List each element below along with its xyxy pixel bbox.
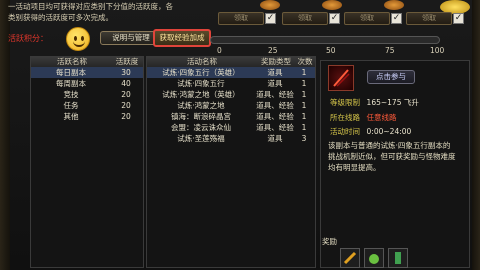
row-count: 1 [301, 101, 307, 110]
row-reward-type: 道具 [267, 134, 283, 143]
row-count: 1 [301, 112, 307, 121]
reward-chest-icon [384, 0, 404, 10]
row-reward-type: 道具、经验 [256, 90, 294, 99]
row-name: 任务 [63, 101, 79, 110]
level-limit-key: 等级限制 [330, 98, 360, 107]
row-name: 竞技 [63, 90, 79, 99]
row-reward-type: 道具 [267, 79, 283, 88]
row-reward-type: 道具 [267, 68, 283, 77]
claim-checkbox-25[interactable]: ✓ [265, 13, 276, 24]
table-row[interactable]: 每日副本 30 [31, 67, 143, 78]
table-row[interactable]: 试炼·圣莲殇福 道具 3 [147, 133, 315, 144]
table-row[interactable]: 镇海：断浪碎晶宫 道具、经验 1 [147, 111, 315, 122]
tick-label: 50 [326, 46, 336, 55]
tick-label: 0 [217, 46, 222, 55]
row-name: 每周副本 [56, 79, 86, 88]
claim-checkbox-75[interactable]: ✓ [391, 13, 402, 24]
row-activity: 会盟：凌云诛众仙 [171, 123, 231, 132]
table-row[interactable]: 试炼·鸿蒙之地（英雄） 道具、经验 1 [147, 89, 315, 100]
header-activity: 活动名称 [187, 57, 217, 66]
time-key: 活动时间 [330, 127, 360, 136]
row-count: 1 [301, 123, 307, 132]
header-count: 次数 [297, 57, 313, 66]
reward-chest-icon [260, 0, 280, 10]
route-value: 任意线路 [366, 113, 397, 122]
row-reward-type: 道具、经验 [256, 112, 294, 121]
row-activity: 试炼·鸿蒙之地 [177, 101, 225, 110]
table-row[interactable]: 会盟：凌云诛众仙 道具、经验 1 [147, 122, 315, 133]
claim-button-75[interactable]: 领取 [344, 12, 390, 25]
tick-label: 75 [385, 46, 395, 55]
table-row[interactable]: 任务 20 [31, 100, 143, 111]
smiley-face-icon [66, 27, 90, 51]
tick-label: 100 [430, 46, 445, 55]
activity-description: 该副本与普通的试炼·四象五行副本的挑战机制近似，但可获奖励与怪物难度均有明显提高… [328, 141, 456, 172]
right-border [472, 0, 480, 270]
reward-label: 奖励 [322, 237, 337, 246]
activity-category-table: 活跃名称 活跃度 每日副本 30 每周副本 40 竞技 20 任务 20 其他 20 [30, 56, 144, 268]
claim-button-50[interactable]: 领取 [282, 12, 328, 25]
row-count: 1 [301, 68, 307, 77]
row-value: 30 [121, 68, 131, 77]
row-count: 1 [301, 90, 307, 99]
table-header: 活跃名称 活跃度 [31, 57, 143, 67]
table-row[interactable]: 竞技 20 [31, 89, 143, 100]
claim-button-25[interactable]: 领取 [218, 12, 264, 25]
activity-list-table: 活动名称 奖励类型 次数 试炼·四象五行（英雄） 道具 1 试炼·四象五行 道具 1 试炼·… [146, 56, 316, 268]
description-line-2: 类别获得的活跃度可多次完成。 [8, 13, 113, 22]
exp-bonus-button[interactable]: 获取经验加成 [153, 29, 211, 47]
claim-button-100[interactable]: 领取 [406, 12, 452, 25]
row-activity: 试炼·圣莲殇福 [177, 134, 225, 143]
level-limit-row: 等级限制 165~175 飞升 [330, 97, 419, 108]
reward-item-icon[interactable] [340, 248, 360, 268]
row-name: 其他 [63, 112, 79, 121]
activity-icon [328, 65, 354, 91]
header-name: 活跃名称 [57, 57, 87, 66]
route-row: 所在线路 任意线路 [330, 112, 397, 123]
claim-checkbox-50[interactable]: ✓ [329, 13, 340, 24]
row-count: 3 [301, 134, 307, 143]
table-header: 活动名称 奖励类型 次数 [147, 57, 315, 67]
row-value: 40 [121, 79, 131, 88]
level-limit-value: 165~175 飞升 [366, 98, 419, 107]
table-row[interactable]: 每周副本 40 [31, 78, 143, 89]
time-value: 0:00~24:00 [366, 127, 412, 136]
reward-item-icon[interactable] [388, 248, 408, 268]
row-value: 20 [121, 90, 131, 99]
row-activity: 试炼·四象五行（英雄） [162, 68, 240, 77]
table-row[interactable]: 试炼·鸿蒙之地 道具、经验 1 [147, 100, 315, 111]
table-row[interactable]: 其他 20 [31, 111, 143, 122]
slash-icon [333, 69, 350, 87]
row-count: 1 [301, 79, 307, 88]
row-activity: 试炼·四象五行 [177, 79, 225, 88]
row-activity: 试炼·鸿蒙之地（英雄） [162, 90, 240, 99]
table-row[interactable]: 试炼·四象五行 道具 1 [147, 78, 315, 89]
claim-checkbox-100[interactable]: ✓ [453, 13, 464, 24]
activity-points-label: 活跃积分： [8, 34, 48, 43]
row-activity: 镇海：断浪碎晶宫 [171, 112, 231, 121]
table-row[interactable]: 试炼·四象五行（英雄） 道具 1 [147, 67, 315, 78]
activity-progress-bar [210, 36, 440, 44]
description-line-1: 一活动项目均可获得对应类别下分值的活跃度，各 [8, 2, 173, 11]
time-row: 活动时间 0:00~24:00 [330, 126, 411, 137]
row-reward-type: 道具、经验 [256, 101, 294, 110]
tick-label: 25 [268, 46, 278, 55]
participate-link[interactable]: 点击参与 [367, 70, 415, 84]
row-value: 20 [121, 112, 131, 121]
row-value: 20 [121, 101, 131, 110]
row-name: 每日副本 [56, 68, 86, 77]
header-value: 活跃度 [115, 57, 139, 66]
reward-item-icon[interactable] [364, 248, 384, 268]
row-reward-type: 道具、经验 [256, 123, 294, 132]
header-reward-type: 奖励类型 [261, 57, 291, 66]
route-key: 所在线路 [330, 113, 360, 122]
reward-chest-icon [322, 0, 342, 10]
